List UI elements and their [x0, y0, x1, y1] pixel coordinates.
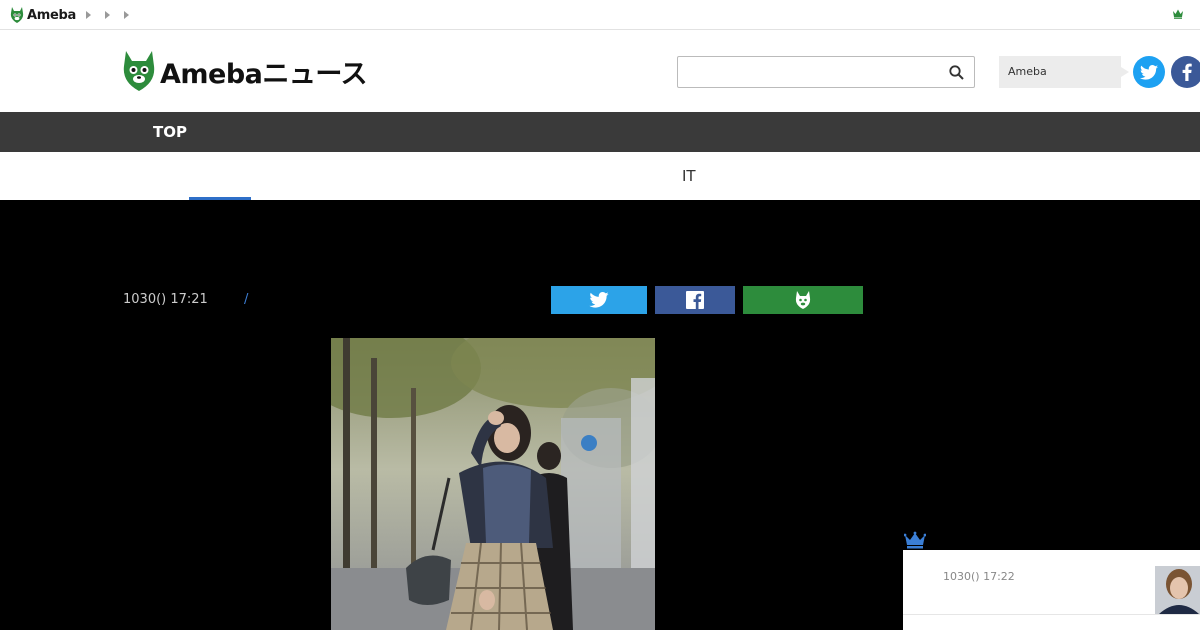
ranking-item-date: 1030() 17:22	[943, 570, 1015, 583]
menu-arrow-icon[interactable]	[124, 11, 129, 19]
search-icon[interactable]	[949, 65, 964, 80]
share-facebook-button[interactable]	[655, 286, 735, 314]
twitter-icon	[589, 292, 609, 308]
menu-arrow-icon[interactable]	[86, 11, 91, 19]
share-ameba-button[interactable]	[743, 286, 863, 314]
ameba-mascot-icon	[123, 51, 155, 91]
active-tab-indicator	[189, 197, 251, 200]
site-logo[interactable]: Amebaニュース	[122, 50, 368, 92]
ranking-divider	[903, 614, 1200, 615]
facebook-icon	[686, 291, 704, 309]
ranking-crown-icon	[904, 531, 926, 549]
twitter-follow-button[interactable]	[1133, 56, 1165, 88]
category-tab-it[interactable]: IT	[682, 167, 696, 185]
search-input[interactable]	[678, 57, 938, 87]
site-header: Amebaニュース Ameba	[0, 30, 1200, 112]
logo-text: Amebaニュース	[160, 58, 368, 90]
ameba-login-button[interactable]: Ameba	[999, 56, 1129, 88]
ranking-thumbnail[interactable]	[1155, 566, 1200, 614]
article-photo	[331, 338, 655, 630]
ameba-brand-link[interactable]: Ameba	[10, 6, 76, 24]
search-field[interactable]	[677, 56, 975, 88]
twitter-icon	[1140, 64, 1158, 80]
category-separator: /	[244, 292, 249, 307]
article-date: 1030() 17:21	[123, 292, 208, 307]
top-bar: Ameba	[0, 0, 1200, 30]
nav-item-top[interactable]: TOP	[153, 123, 187, 141]
ranking-panel[interactable]: 1030() 17:22	[903, 550, 1200, 630]
ameba-icon	[795, 291, 811, 309]
facebook-icon	[1182, 63, 1192, 81]
brand-label: Ameba	[27, 7, 77, 23]
menu-arrow-icon[interactable]	[105, 11, 110, 19]
crown-icon[interactable]	[1172, 8, 1184, 19]
ameba-mascot-icon	[10, 7, 24, 23]
login-label: Ameba	[1008, 65, 1047, 78]
global-nav: TOP	[0, 112, 1200, 152]
category-nav: IT	[0, 152, 1200, 200]
share-twitter-button[interactable]	[551, 286, 647, 314]
facebook-follow-button[interactable]	[1171, 56, 1200, 88]
